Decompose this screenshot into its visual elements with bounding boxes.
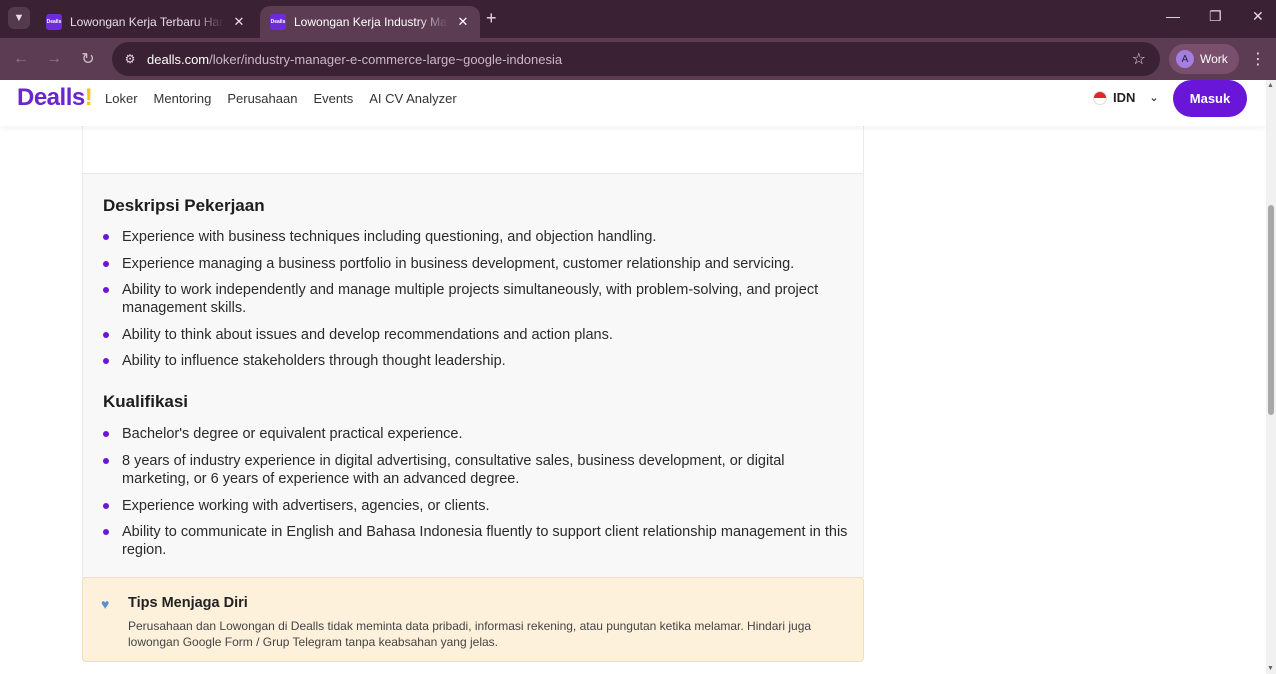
scrollbar-thumb[interactable] (1268, 205, 1274, 415)
job-detail-card: Deskripsi Pekerjaan Experience with busi… (82, 106, 864, 578)
tab-title: Lowongan Kerja Industry Manager (294, 15, 448, 29)
dealls-logo[interactable]: Dealls! (17, 84, 93, 112)
browser-tab-strip: ▼ Dealls Lowongan Kerja Terbaru Hari Ini… (0, 0, 1276, 38)
minimize-icon[interactable]: — (1166, 8, 1180, 24)
bullet-icon (103, 458, 109, 464)
dealls-favicon-icon: Dealls (46, 14, 62, 30)
description-title: Deskripsi Pekerjaan (103, 196, 265, 215)
bullet-icon (103, 261, 109, 267)
browser-menu-icon[interactable]: ⋮ (1250, 49, 1266, 69)
chevron-down-icon: ⌄ (1149, 92, 1159, 104)
tips-body: Perusahaan dan Lowongan di Dealls tidak … (128, 619, 812, 649)
indonesia-flag-icon (1093, 90, 1107, 105)
restore-icon[interactable]: ❐ (1209, 8, 1222, 25)
avatar: A (1176, 50, 1194, 68)
language-label: IDN (1113, 90, 1136, 105)
back-icon[interactable]: ← (9, 47, 33, 71)
qualification-title: Kualifikasi (103, 392, 189, 411)
browser-tab-1[interactable]: Dealls Lowongan Kerja Terbaru Hari Ini ✕ (36, 6, 256, 38)
new-tab-icon[interactable]: + (486, 8, 497, 28)
site-nav: Loker Mentoring Perusahaan Events AI CV … (105, 91, 457, 106)
list-item: Experience with business techniques incl… (103, 228, 848, 246)
site-header: Dealls! Loker Mentoring Perusahaan Event… (0, 80, 1266, 126)
address-bar[interactable]: ⚙ dealls.com/loker/industry-manager-e-co… (112, 42, 1160, 76)
url-text[interactable]: dealls.com/loker/industry-manager-e-comm… (147, 52, 562, 67)
list-item: Bachelor's degree or equivalent practica… (103, 425, 848, 443)
description-list: Experience with business techniques incl… (103, 228, 848, 370)
login-button[interactable]: Masuk (1173, 80, 1247, 117)
qualification-list: Bachelor's degree or equivalent practica… (103, 425, 848, 559)
bullet-icon (103, 287, 109, 293)
nav-ai-cv-analyzer[interactable]: AI CV Analyzer (369, 91, 456, 106)
list-item: 8 years of industry experience in digita… (103, 452, 848, 488)
tab-search-dropdown-icon[interactable]: ▼ (8, 7, 30, 29)
page-scrollbar[interactable]: ▲ ▼ (1266, 80, 1276, 674)
forward-icon[interactable]: → (42, 47, 66, 71)
url-host: dealls.com (147, 52, 210, 67)
page-viewport: Deskripsi Pekerjaan Experience with busi… (0, 80, 1266, 674)
browser-tab-2-active[interactable]: Dealls Lowongan Kerja Industry Manager ✕ (260, 6, 480, 38)
scroll-up-icon[interactable]: ▲ (1267, 82, 1274, 89)
site-info-icon[interactable]: ⚙ (122, 51, 138, 67)
dealls-favicon-icon: Dealls (270, 14, 286, 30)
nav-events[interactable]: Events (313, 91, 353, 106)
list-item: Ability to influence stakeholders throug… (103, 352, 848, 370)
tips-title: Tips Menjaga Diri (128, 595, 248, 611)
profile-label: Work (1200, 52, 1228, 66)
bullet-icon (103, 503, 109, 509)
language-selector[interactable]: IDN ⌄ (1093, 90, 1159, 105)
nav-loker[interactable]: Loker (105, 91, 138, 106)
bullet-icon (103, 358, 109, 364)
window-close-icon[interactable]: ✕ (1252, 8, 1264, 25)
list-item: Ability to think about issues and develo… (103, 326, 848, 344)
bullet-icon (103, 431, 109, 437)
list-item: Ability to communicate in English and Ba… (103, 523, 848, 559)
bullet-icon (103, 234, 109, 240)
scroll-down-icon[interactable]: ▼ (1267, 665, 1274, 672)
nav-mentoring[interactable]: Mentoring (154, 91, 212, 106)
profile-button[interactable]: A Work (1169, 44, 1239, 74)
tab-close-icon[interactable]: ✕ (454, 14, 472, 30)
bookmark-star-icon[interactable]: ☆ (1132, 49, 1146, 69)
list-item: Experience managing a business portfolio… (103, 255, 848, 273)
browser-toolbar: ← → ↻ ⚙ dealls.com/loker/industry-manage… (0, 38, 1276, 80)
list-item: Ability to work independently and manage… (103, 281, 848, 317)
tab-title: Lowongan Kerja Terbaru Hari Ini (70, 15, 224, 29)
nav-perusahaan[interactable]: Perusahaan (227, 91, 297, 106)
blue-heart-icon: ♥ (101, 596, 110, 612)
url-path: /loker/industry-manager-e-commerce-large… (209, 52, 563, 67)
bullet-icon (103, 529, 109, 535)
list-item: Experience working with advertisers, age… (103, 497, 848, 515)
safety-tips-box: ♥ Tips Menjaga Diri Perusahaan dan Lowon… (82, 577, 864, 662)
bullet-icon (103, 332, 109, 338)
tab-close-icon[interactable]: ✕ (230, 14, 248, 30)
reload-icon[interactable]: ↻ (76, 47, 100, 71)
